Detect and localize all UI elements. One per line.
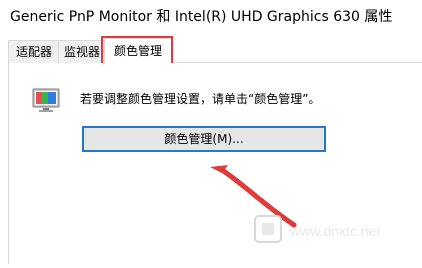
watermark: www.dnxtc.net: [250, 208, 420, 264]
description-text: 若要调整颜色管理设置，请单击“颜色管理”。: [80, 92, 321, 106]
tab-adapter-label: 适配器: [15, 45, 52, 59]
monitor-color-icon: [32, 88, 60, 112]
color-management-button[interactable]: 颜色管理(M)...: [82, 126, 326, 152]
tab-adapter[interactable]: 适配器: [8, 40, 60, 63]
tab-color-management-label: 颜色管理: [113, 44, 162, 58]
watermark-text: www.dnxtc.net: [289, 223, 380, 239]
tab-monitor[interactable]: 监视器: [58, 40, 106, 63]
title-bar: Generic PnP Monitor 和 Intel(R) UHD Graph…: [0, 0, 422, 34]
tab-color-management[interactable]: 颜色管理: [104, 38, 172, 64]
tab-monitor-label: 监视器: [63, 45, 100, 59]
window-title: Generic PnP Monitor 和 Intel(R) UHD Graph…: [10, 9, 393, 25]
watermark-graphic: www.dnxtc.net: [254, 215, 380, 243]
